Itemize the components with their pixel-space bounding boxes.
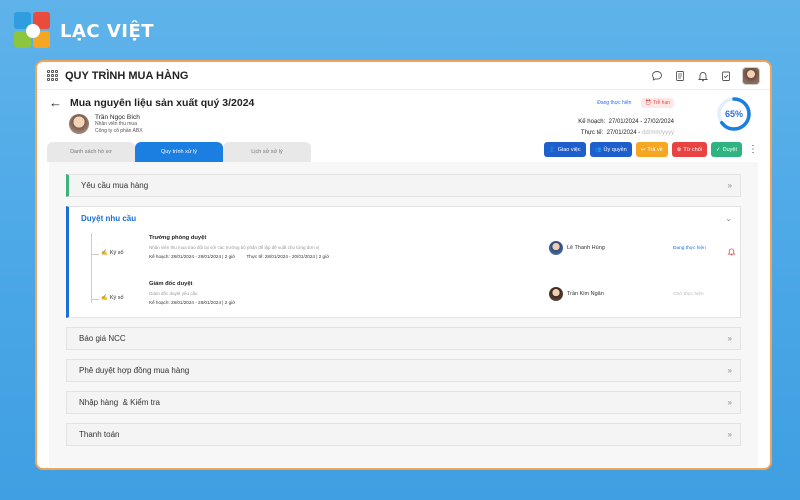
document-header: ← Mua nguyên liệu sản xuất quý 3/2024 Tr…	[37, 90, 770, 150]
section-receiving-inspection[interactable]: Nhập hàng & Kiểm tra »	[66, 391, 741, 414]
brand-logo: LẠC VIỆT	[14, 12, 154, 50]
schedule-info: Kế hoạch: 27/01/2024 - 27/02/2024 Thực t…	[578, 117, 674, 139]
alarm-icon: ⏰	[645, 100, 652, 106]
step-description: Giám đốc duyệt yêu cầu	[149, 291, 198, 296]
assign-task-label: Giao việc	[557, 146, 581, 153]
owner-role: Nhân viên thu mua	[95, 121, 137, 127]
section-title: Báo giá NCC	[79, 334, 126, 343]
assignee-avatar	[549, 287, 563, 301]
process-content: Yêu cầu mua hàng » Duyệt nhu cầu ⌄ ✍ Ký …	[49, 162, 758, 467]
owner-avatar	[69, 114, 89, 134]
delegate-button[interactable]: 👥 Ủy quyền	[589, 142, 632, 157]
step-title: Trưởng phòng duyệt	[149, 235, 207, 241]
brand-logo-icon	[14, 12, 52, 50]
step-actual: Thực tế: 28/01/2024 - 20/01/2024 | 2 giờ	[246, 254, 330, 259]
chevron-double-right-icon[interactable]: »	[728, 430, 732, 439]
assignee-name: Trần Kim Ngân	[567, 291, 604, 297]
step-status: Đang thực hiện	[673, 246, 706, 251]
sign-label: Ký số	[109, 295, 124, 301]
app-window: QUY TRÌNH MUA HÀNG ← Mua nguyên liệu sản…	[35, 60, 772, 470]
back-arrow-icon[interactable]: ←	[49, 95, 62, 110]
user-plus-icon: 👤	[548, 146, 556, 153]
top-bar: QUY TRÌNH MUA HÀNG	[37, 62, 770, 90]
return-label: Trả về	[647, 146, 663, 153]
assignee-avatar	[549, 241, 563, 255]
check-circle-icon: ✓	[716, 146, 721, 153]
section-payment[interactable]: Thanh toán »	[66, 423, 741, 446]
signature-icon: ✍	[101, 250, 108, 256]
step-title: Giám đốc duyệt	[149, 281, 193, 287]
chevron-double-right-icon[interactable]: »	[728, 366, 732, 375]
reject-x-icon: ⊗	[676, 146, 682, 153]
apps-grid-icon[interactable]	[47, 69, 59, 82]
action-buttons: 👤 Giao việc 👥 Ủy quyền ↩ Trả về ⊗ Từ chối ✓ D…	[543, 142, 758, 157]
chevron-double-right-icon[interactable]: »	[728, 181, 732, 190]
app-title: QUY TRÌNH MUA HÀNG	[65, 69, 189, 82]
return-button[interactable]: ↩ Trả về	[635, 142, 668, 157]
return-arrow-icon: ↩	[640, 146, 646, 153]
assignee: Trần Kim Ngân	[549, 287, 604, 301]
section-title: Nhập hàng & Kiểm tra	[79, 398, 160, 407]
reject-button[interactable]: ⊗ Từ chối	[671, 142, 708, 157]
actual-end-placeholder[interactable]: dd/mm/yyyy	[642, 130, 674, 136]
approve-button[interactable]: ✓ Duyệt	[711, 142, 742, 157]
plan-label: Kế hoạch:	[578, 119, 606, 125]
reject-label: Từ chối	[683, 146, 703, 153]
tab-process[interactable]: Quy trình xử lý	[135, 142, 223, 162]
brand-name: LẠC VIỆT	[60, 20, 155, 42]
overdue-label: Trễ hạn	[652, 100, 670, 106]
users-icon: 👥	[594, 146, 602, 153]
tab-bar: Danh sách hồ sơ Quy trình xử lý Lịch sử …	[47, 142, 311, 162]
step-plan: Kế hoạch: 28/01/2024 - 28/01/2024 | 2 gi…	[149, 254, 236, 259]
progress-label: 65%	[724, 109, 743, 119]
assignee-name: Lê Thanh Hùng	[567, 245, 605, 251]
actual-value: 27/01/2024 -	[606, 130, 642, 136]
section-title: Yêu cầu mua hàng	[81, 181, 149, 190]
bell-icon[interactable]	[696, 69, 710, 83]
section-purchase-request[interactable]: Yêu cầu mua hàng »	[66, 174, 741, 197]
chevron-double-right-icon[interactable]: »	[728, 398, 732, 407]
overdue-badge: ⏰ Trễ hạn	[641, 98, 674, 108]
clipboard-check-icon[interactable]	[719, 69, 733, 83]
sign-label: Ký số	[109, 250, 124, 256]
chat-icon[interactable]	[650, 69, 664, 83]
reminder-bell-icon[interactable]	[727, 243, 736, 261]
step-description: Nhân viên thu mua trao đổi lại với các t…	[149, 245, 320, 250]
assignee: Lê Thanh Hùng	[549, 241, 605, 255]
section-contract-approval[interactable]: Phê duyệt hợp đồng mua hàng »	[66, 359, 741, 382]
step-plan: Kế hoạch: 28/01/2024 - 28/01/2024 | 2 gi…	[149, 300, 236, 305]
user-avatar[interactable]	[742, 66, 760, 85]
section-title: Phê duyệt hợp đồng mua hàng	[79, 366, 190, 375]
document-title: Mua nguyên liệu sản xuất quý 3/2024	[70, 96, 255, 109]
tab-document-list[interactable]: Danh sách hồ sơ	[47, 142, 135, 162]
sign-action[interactable]: ✍ Ký số	[101, 295, 124, 301]
status-badge: Đang thực hiện	[597, 100, 632, 106]
signature-icon: ✍	[101, 295, 108, 301]
tab-history[interactable]: Lịch sử xử lý	[223, 142, 311, 162]
plan-value: 27/01/2024 - 27/02/2024	[608, 119, 674, 125]
section-demand-approval: Duyệt nhu cầu ⌄ ✍ Ký số Trưởng phòng duy…	[66, 206, 741, 318]
owner-name: Trần Ngọc Bích	[95, 114, 140, 121]
sign-action[interactable]: ✍ Ký số	[101, 250, 124, 256]
section-title[interactable]: Duyệt nhu cầu	[81, 214, 136, 223]
owner-company: Công ty cổ phần ABX	[95, 128, 143, 134]
chevron-double-down-icon[interactable]: ⌄	[725, 214, 732, 223]
more-vertical-icon[interactable]: ⋮	[748, 144, 758, 155]
chevron-double-right-icon[interactable]: »	[728, 334, 732, 343]
section-supplier-quote[interactable]: Báo giá NCC »	[66, 327, 741, 350]
document-icon[interactable]	[673, 69, 687, 83]
step-status: Chờ thực hiện	[673, 292, 704, 297]
delegate-label: Ủy quyền	[603, 146, 627, 153]
assign-task-button[interactable]: 👤 Giao việc	[543, 142, 586, 157]
approve-label: Duyệt	[722, 146, 737, 153]
actual-label: Thực tế:	[580, 130, 604, 136]
section-title: Thanh toán	[79, 430, 120, 439]
